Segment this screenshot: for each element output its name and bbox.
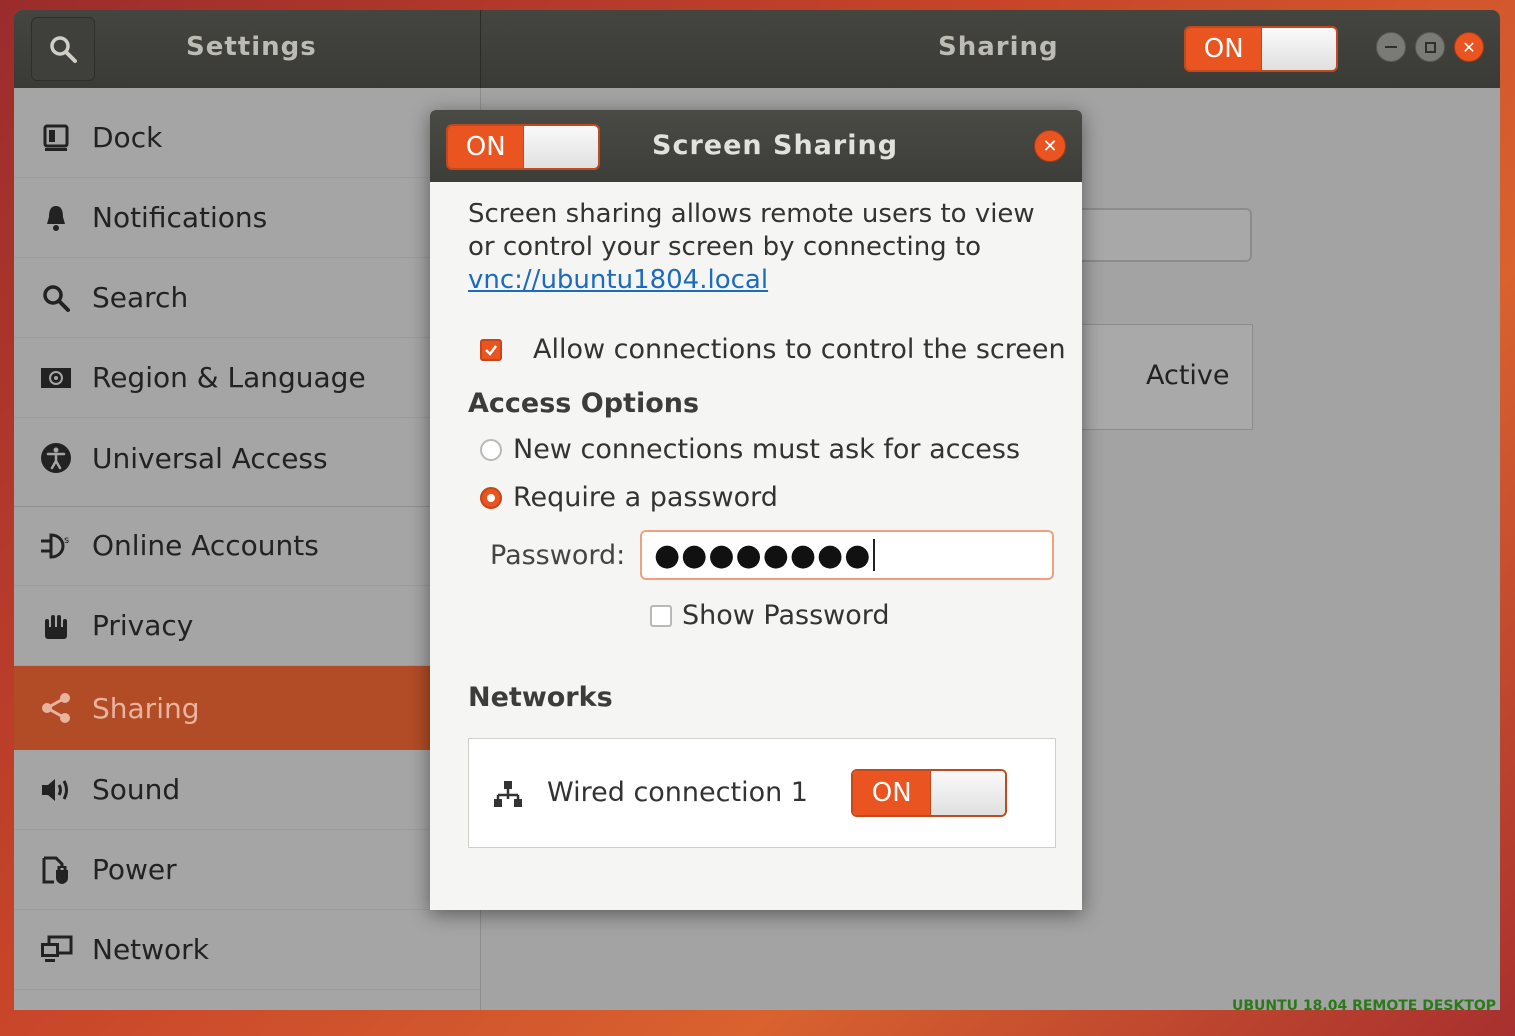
sidebar-item-power[interactable]: Power — [14, 830, 480, 910]
screen-sharing-toggle-label: ON — [448, 126, 524, 168]
screen-sharing-toggle[interactable]: ON — [446, 124, 600, 170]
allow-control-checkbox[interactable] — [480, 338, 502, 361]
option-password-row[interactable]: Require a password — [480, 482, 778, 513]
hand-icon — [36, 606, 76, 646]
share-icon — [36, 688, 76, 728]
option-ask-row[interactable]: New connections must ask for access — [480, 434, 1020, 465]
sidebar-item-sound[interactable]: Sound — [14, 750, 480, 830]
power-icon — [36, 850, 76, 890]
sidebar-item-label: Region & Language — [92, 361, 366, 394]
allow-control-label: Allow connections to control the screen — [533, 334, 1066, 365]
sidebar-item-privacy[interactable]: Privacy — [14, 586, 480, 666]
search-icon — [36, 278, 76, 318]
sidebar-item-label: Power — [92, 853, 177, 886]
password-input[interactable]: ●●●●●●●● — [640, 530, 1054, 580]
panel-title: Sharing — [938, 32, 1059, 62]
toggle-knob — [1261, 28, 1336, 70]
password-value: ●●●●●●●● — [654, 537, 872, 573]
dialog-close-button[interactable]: ✕ — [1034, 130, 1066, 162]
option-ask-radio[interactable] — [480, 438, 502, 461]
close-icon: ✕ — [1462, 37, 1476, 57]
show-password-checkbox[interactable] — [650, 604, 672, 627]
sidebar-item-label: Universal Access — [92, 441, 328, 475]
networks-list: Wired connection 1 ON — [468, 738, 1056, 848]
sidebar-item-label: Search — [92, 281, 189, 314]
sidebar-item-label: Privacy — [92, 609, 194, 642]
show-password-label: Show Password — [682, 600, 890, 631]
search-button[interactable] — [31, 17, 95, 81]
sidebar-item-label: Online Accounts — [92, 529, 319, 562]
region-icon — [36, 358, 76, 398]
header-divider — [480, 10, 481, 88]
allow-control-row[interactable]: Allow connections to control the screen — [480, 334, 1066, 365]
sharing-toggle-label: ON — [1186, 28, 1262, 70]
sidebar-item-label: Notifications — [92, 201, 268, 234]
accessibility-icon — [36, 438, 76, 478]
dock-icon — [36, 118, 76, 158]
wired-network-icon — [493, 779, 523, 813]
header-bar: Settings Sharing ON ✕ — [14, 10, 1500, 88]
maximize-icon — [1424, 41, 1436, 53]
close-button[interactable]: ✕ — [1454, 32, 1484, 62]
dialog-header: ON Screen Sharing ✕ — [430, 110, 1082, 182]
sidebar-item-search[interactable]: Search — [14, 258, 480, 338]
toggle-knob — [523, 126, 598, 168]
password-label: Password: — [490, 540, 626, 571]
vnc-link[interactable]: vnc://ubuntu1804.local — [468, 265, 768, 295]
sidebar-item-network[interactable]: Network — [14, 910, 480, 990]
network-name: Wired connection 1 — [547, 777, 808, 808]
sidebar-item-universal-access[interactable]: Universal Access — [14, 418, 480, 498]
toggle-knob — [930, 771, 1005, 815]
sidebar-item-label: Sharing — [92, 691, 200, 725]
sharing-toggle[interactable]: ON — [1184, 26, 1338, 72]
search-icon — [50, 36, 77, 63]
sidebar-item-label: Network — [92, 933, 209, 966]
svg-text:s: s — [64, 535, 69, 546]
networks-heading: Networks — [468, 682, 613, 713]
option-ask-label: New connections must ask for access — [513, 434, 1021, 465]
sidebar-item-label: Sound — [92, 773, 181, 806]
network-icon — [36, 930, 76, 970]
check-icon — [485, 344, 497, 356]
sidebar-item-region-language[interactable]: Region & Language — [14, 338, 480, 418]
bell-icon — [36, 198, 76, 238]
network-toggle-label: ON — [853, 771, 931, 815]
close-icon: ✕ — [1042, 135, 1058, 157]
app-title: Settings — [186, 32, 317, 62]
sidebar-item-label: Dock — [92, 121, 163, 154]
computer-name-entry[interactable] — [1082, 208, 1252, 262]
sidebar-item-sharing[interactable]: Sharing — [14, 666, 480, 750]
option-password-label: Require a password — [513, 482, 778, 513]
online-accounts-icon: s — [36, 526, 76, 566]
minimize-button[interactable] — [1376, 32, 1406, 62]
status-label: Active — [1146, 360, 1230, 391]
show-password-row[interactable]: Show Password — [650, 600, 890, 631]
speaker-icon — [36, 770, 76, 810]
dialog-description: Screen sharing allows remote users to vi… — [468, 199, 1035, 295]
minimize-icon — [1385, 46, 1397, 48]
option-password-radio[interactable] — [480, 486, 502, 509]
sidebar-item-notifications[interactable]: Notifications — [14, 178, 480, 258]
access-options-heading: Access Options — [468, 388, 700, 419]
text-caret — [873, 539, 876, 571]
maximize-button[interactable] — [1415, 32, 1445, 62]
watermark-text: UBUNTU 18.04 REMOTE DESKTOP — [1232, 998, 1497, 1014]
sidebar-item-online-accounts[interactable]: s Online Accounts — [14, 506, 480, 586]
network-toggle[interactable]: ON — [851, 769, 1007, 817]
dialog-title: Screen Sharing — [652, 130, 899, 161]
screen-sharing-dialog: ON Screen Sharing ✕ Screen sharing allow… — [430, 110, 1082, 910]
sidebar-item-dock[interactable]: Dock — [14, 98, 480, 178]
